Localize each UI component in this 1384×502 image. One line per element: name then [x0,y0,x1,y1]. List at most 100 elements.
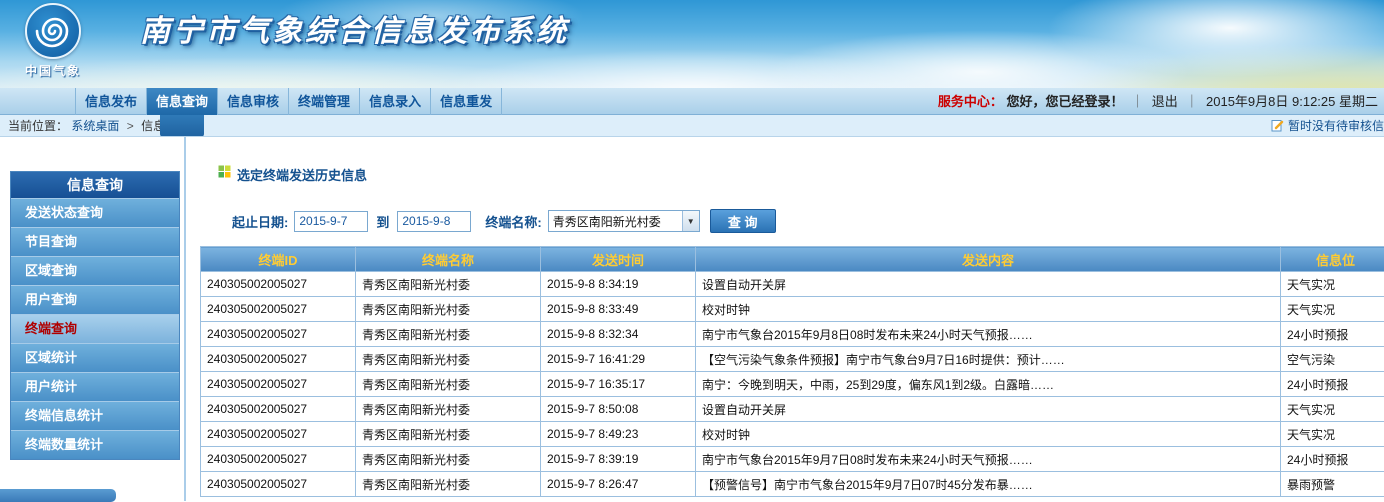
cell-terminal-id: 240305002005027 [201,472,356,497]
cma-spiral-logo-icon [25,3,81,59]
logo-caption: 中国气象 [22,62,84,79]
breadcrumb-separator: > [127,119,134,133]
service-center-label: 服务中心： [938,94,1003,109]
cell-terminal-id: 240305002005027 [201,347,356,372]
date-from-input[interactable] [294,211,368,232]
date-to-input[interactable] [397,211,471,232]
cell-terminal-name: 青秀区南阳新光村委 [356,347,541,372]
datetime-text: 2015年9月8日 9:12:25 星期二 [1206,94,1378,109]
sidebar-item-terminal-count-stats[interactable]: 终端数量统计 [11,430,179,459]
terminal-select[interactable]: 青秀区南阳新光村委 ▼ [548,210,700,232]
terminal-name-label: 终端名称: [485,212,541,231]
col-header-send-content: 发送内容 [696,247,1281,272]
tab-info-audit[interactable]: 信息审核 [218,88,289,115]
cell-send-content: 校对时钟 [696,422,1281,447]
cell-terminal-name: 青秀区南阳新光村委 [356,322,541,347]
cell-send-time: 2015-9-8 8:32:34 [541,322,696,347]
breadcrumb-bar: 当前位置： 系统桌面 > 信息查询 暂时没有待审核信息 [0,115,1384,137]
table-row[interactable]: 240305002005027 青秀区南阳新光村委 2015-9-8 8:32:… [201,322,1384,347]
cell-send-time: 2015-9-7 8:39:19 [541,447,696,472]
sidebar: 信息查询 发送状态查询 节目查询 区域查询 用户查询 终端查询 区域统计 用户统… [10,171,180,460]
cell-send-time: 2015-9-7 8:26:47 [541,472,696,497]
table-header-row: 终端ID 终端名称 发送时间 发送内容 信息位 [201,247,1384,272]
table-row[interactable]: 240305002005027 青秀区南阳新光村委 2015-9-7 8:26:… [201,472,1384,497]
chevron-down-icon: ▼ [682,211,699,231]
cell-send-time: 2015-9-7 16:35:17 [541,372,696,397]
table-row[interactable]: 240305002005027 青秀区南阳新光村委 2015-9-7 8:39:… [201,447,1384,472]
cell-terminal-name: 青秀区南阳新光村委 [356,397,541,422]
query-button[interactable]: 查 询 [710,209,776,233]
sidebar-item-terminal-query[interactable]: 终端查询 [11,314,179,343]
logout-link[interactable]: 退出 [1152,94,1178,109]
cell-terminal-id: 240305002005027 [201,372,356,397]
bottom-panel-strip [0,489,116,502]
cell-info-position: 天气实况 [1281,297,1384,322]
separator: ｜ [1131,94,1144,109]
cell-info-position: 24小时预报 [1281,322,1384,347]
sidebar-item-terminal-info-stats[interactable]: 终端信息统计 [11,401,179,430]
sidebar-item-region-stats[interactable]: 区域统计 [11,343,179,372]
col-header-terminal-id: 终端ID [201,247,356,272]
cell-terminal-id: 240305002005027 [201,297,356,322]
table-row[interactable]: 240305002005027 青秀区南阳新光村委 2015-9-7 8:49:… [201,422,1384,447]
cell-send-time: 2015-9-8 8:34:19 [541,272,696,297]
breadcrumb-label: 当前位置： [8,119,68,133]
cell-send-time: 2015-9-8 8:33:49 [541,297,696,322]
cell-terminal-name: 青秀区南阳新光村委 [356,447,541,472]
col-header-info-position: 信息位 [1281,247,1384,272]
sidebar-item-user-query[interactable]: 用户查询 [11,285,179,314]
app-title: 南宁市气象综合信息发布系统 [140,6,569,50]
sidebar-collapse-arrow[interactable] [184,355,186,369]
section-header: 选定终端发送历史信息 [218,165,1384,183]
tab-info-query[interactable]: 信息查询 [147,88,218,115]
cell-send-content: 南宁市气象台2015年9月8日08时发布未来24小时天气预报…… [696,322,1281,347]
content-area: 信息查询 发送状态查询 节目查询 区域查询 用户查询 终端查询 区域统计 用户统… [0,137,1384,501]
col-header-terminal-name: 终端名称 [356,247,541,272]
sidebar-item-send-status-query[interactable]: 发送状态查询 [11,198,179,227]
table-row[interactable]: 240305002005027 青秀区南阳新光村委 2015-9-8 8:34:… [201,272,1384,297]
cell-send-content: 校对时钟 [696,297,1281,322]
sidebar-item-program-query[interactable]: 节目查询 [11,227,179,256]
cell-terminal-id: 240305002005027 [201,422,356,447]
sidebar-item-user-stats[interactable]: 用户统计 [11,372,179,401]
cell-send-content: 【空气污染气象条件预报】南宁市气象台9月7日16时提供：预计…… [696,347,1281,372]
tab-info-publish[interactable]: 信息发布 [75,88,147,115]
cell-info-position: 天气实况 [1281,422,1384,447]
sidebar-column: 信息查询 发送状态查询 节目查询 区域查询 用户查询 终端查询 区域统计 用户统… [0,137,184,501]
cell-terminal-name: 青秀区南阳新光村委 [356,372,541,397]
tab-terminal-manage[interactable]: 终端管理 [289,88,360,115]
cell-terminal-name: 青秀区南阳新光村委 [356,297,541,322]
tab-info-entry[interactable]: 信息录入 [360,88,431,115]
audit-notice[interactable]: 暂时没有待审核信息 [1271,115,1384,137]
cell-info-position: 空气污染 [1281,347,1384,372]
main-panel: 选定终端发送历史信息 起止日期: 到 终端名称: 青秀区南阳新光村委 ▼ 查 询 [184,137,1384,501]
table-row[interactable]: 240305002005027 青秀区南阳新光村委 2015-9-7 8:50:… [201,397,1384,422]
cell-send-content: 南宁：今晚到明天，中雨，25到29度，偏东风1到2级。白露暗…… [696,372,1281,397]
history-table: 终端ID 终端名称 发送时间 发送内容 信息位 240305002005027 … [200,246,1384,497]
to-label: 到 [376,212,389,231]
table-row[interactable]: 240305002005027 青秀区南阳新光村委 2015-9-7 16:41… [201,347,1384,372]
active-tab-notch [160,115,204,137]
separator: ｜ [1185,94,1198,109]
user-area: 服务中心： 您好，您已经登录！ ｜ 退出 ｜ 2015年9月8日 9:12:25… [938,88,1378,115]
nav-bar: 信息发布 信息查询 信息审核 终端管理 信息录入 信息重发 服务中心： 您好，您… [0,88,1384,115]
breadcrumb-link-desktop[interactable]: 系统桌面 [71,119,119,133]
terminal-select-value: 青秀区南阳新光村委 [549,213,682,230]
filter-row: 起止日期: 到 终端名称: 青秀区南阳新光村委 ▼ 查 询 [232,209,1384,233]
memo-icon [1271,117,1284,137]
cell-send-content: 南宁市气象台2015年9月7日08时发布未来24小时天气预报…… [696,447,1281,472]
table-row[interactable]: 240305002005027 青秀区南阳新光村委 2015-9-7 16:35… [201,372,1384,397]
tab-info-resend[interactable]: 信息重发 [431,88,502,115]
section-title: 选定终端发送历史信息 [237,165,367,184]
cell-send-time: 2015-9-7 8:50:08 [541,397,696,422]
cell-send-content: 设置自动开关屏 [696,397,1281,422]
cell-info-position: 天气实况 [1281,272,1384,297]
cell-send-time: 2015-9-7 16:41:29 [541,347,696,372]
cell-terminal-name: 青秀区南阳新光村委 [356,472,541,497]
table-row[interactable]: 240305002005027 青秀区南阳新光村委 2015-9-8 8:33:… [201,297,1384,322]
cma-logo: 中国气象 [22,3,84,79]
cell-info-position: 暴雨预警 [1281,472,1384,497]
cell-terminal-name: 青秀区南阳新光村委 [356,272,541,297]
app-window: 中国气象 南宁市气象综合信息发布系统 信息发布 信息查询 信息审核 终端管理 信… [0,0,1384,502]
sidebar-item-region-query[interactable]: 区域查询 [11,256,179,285]
